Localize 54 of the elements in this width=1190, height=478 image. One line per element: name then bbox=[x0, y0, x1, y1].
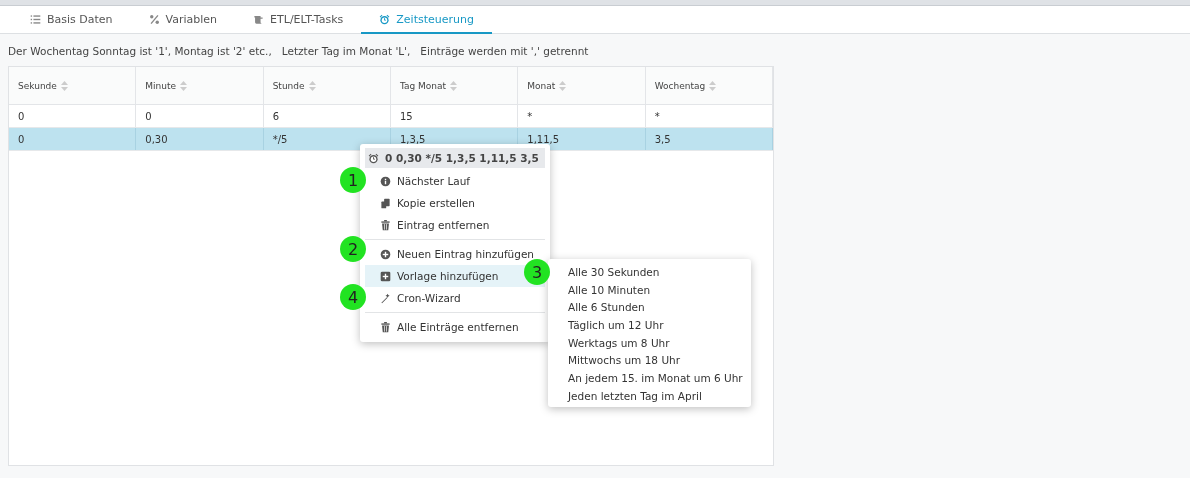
table-row[interactable]: 0 0,30 */5 1,3,5 1,11,5 3,5 bbox=[9, 128, 773, 151]
menu-title: 0 0,30 */5 1,3,5 1,11,5 3,5 bbox=[385, 152, 539, 164]
tab[interactable]: Variablen bbox=[130, 6, 236, 34]
column-header[interactable]: Tag Monat bbox=[391, 67, 519, 104]
alarm-clock-icon bbox=[379, 13, 391, 25]
menu-item[interactable]: Kopie erstellen bbox=[365, 192, 545, 214]
tab[interactable]: ETL/ELT-Tasks bbox=[235, 6, 362, 34]
sort-icon bbox=[559, 80, 567, 91]
menu-item[interactable]: Täglich um 12 Uhr bbox=[548, 316, 751, 334]
table-cell: 0 bbox=[18, 133, 25, 145]
column-header[interactable]: Stunde bbox=[263, 67, 391, 104]
table-cell: 3,5 bbox=[654, 133, 671, 145]
trash-icon bbox=[380, 219, 391, 231]
sort-icon bbox=[60, 80, 68, 91]
copy-icon bbox=[380, 197, 391, 209]
menu-item[interactable]: Alle 6 Stunden bbox=[548, 298, 751, 317]
table-cell: 0 bbox=[145, 110, 152, 122]
list-icon bbox=[30, 13, 41, 25]
sort-icon bbox=[308, 80, 316, 91]
alarm-clock-icon bbox=[368, 152, 379, 164]
tab[interactable]: Basis Daten bbox=[12, 6, 131, 34]
column-header[interactable]: Wochentag bbox=[645, 67, 773, 104]
hint-text: Der Wochentag Sonntag ist '1', Montag ist '2' etc., Letzter Tag im Monat 'L', Einträge werden mit ',' getrennt bbox=[7, 44, 590, 59]
menu-item[interactable]: Alle Einträge entfernen bbox=[365, 316, 545, 338]
menu-item[interactable]: An jedem 15. im Monat um 6 Uhr bbox=[548, 369, 751, 387]
info-icon bbox=[380, 175, 391, 187]
magic-wand-icon bbox=[380, 292, 391, 304]
menu-item[interactable]: Mittwochs um 18 Uhr bbox=[548, 351, 751, 370]
percent-icon bbox=[148, 13, 160, 25]
menu-item[interactable]: Cron-Wizard bbox=[365, 287, 545, 309]
column-header[interactable]: Monat bbox=[518, 67, 646, 104]
table-cell: 0,30 bbox=[145, 133, 168, 145]
table-cell: 6 bbox=[272, 110, 280, 122]
menu-item[interactable]: Nächster Lauf bbox=[365, 170, 545, 192]
table-cell: 1,3,5 bbox=[400, 133, 426, 145]
sort-icon bbox=[709, 80, 717, 91]
column-header[interactable]: Sekunde bbox=[9, 67, 137, 104]
sort-icon bbox=[180, 80, 188, 91]
menu-item[interactable]: Alle 30 Sekunden bbox=[548, 263, 751, 281]
column-header[interactable]: Minute bbox=[136, 67, 264, 104]
menu-item[interactable]: Werktags um 8 Uhr bbox=[548, 333, 751, 352]
table-cell: */5 bbox=[272, 133, 288, 145]
table-cell: * bbox=[527, 110, 533, 122]
plus-circle-icon bbox=[380, 248, 391, 260]
table-cell: 1,11,5 bbox=[527, 133, 560, 145]
menu-item[interactable]: Jeden letzten Tag im April bbox=[548, 386, 751, 405]
sort-icon bbox=[450, 80, 458, 91]
menu-item[interactable]: Eintrag entfernen bbox=[365, 214, 545, 236]
menu-item[interactable]: Alle 10 Minuten bbox=[548, 280, 751, 299]
table-cell: 0 bbox=[18, 110, 25, 122]
trash-icon bbox=[380, 321, 391, 333]
plus-square-icon bbox=[380, 270, 391, 282]
table-cell: * bbox=[654, 110, 660, 122]
table-cell: 15 bbox=[400, 110, 413, 122]
